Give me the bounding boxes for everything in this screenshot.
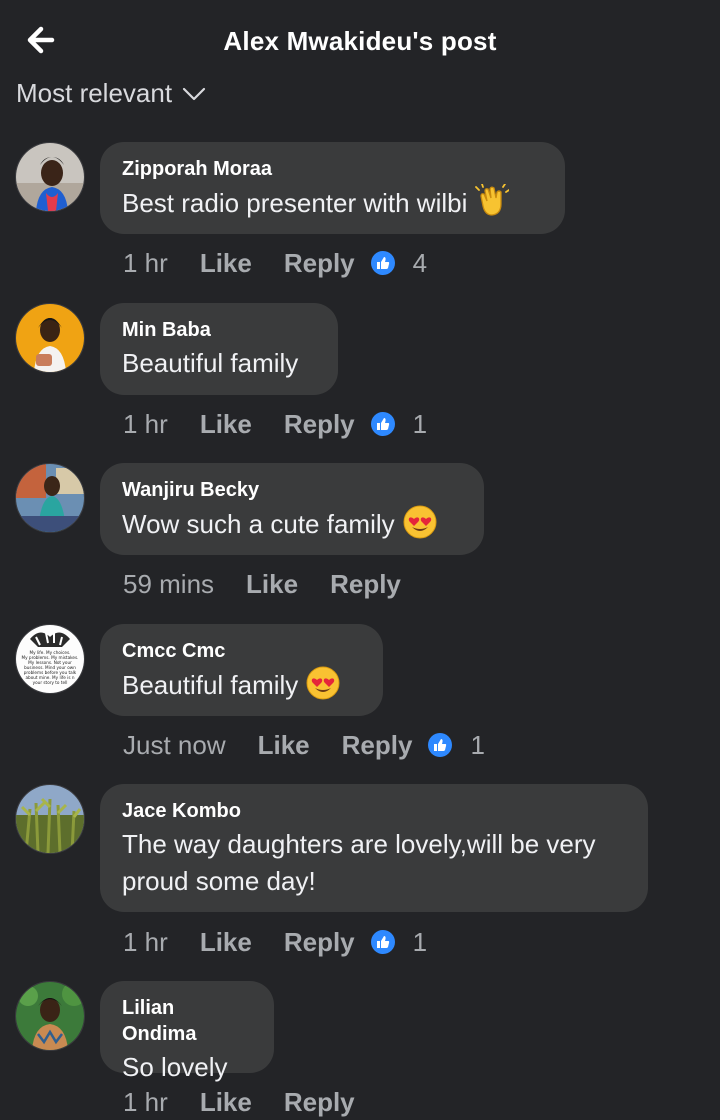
heart-eyes-emoji-icon [403, 505, 437, 549]
thumbs-up-icon [428, 733, 453, 757]
comment-text: So lovely [122, 1052, 228, 1082]
reaction-summary[interactable]: 1 [370, 926, 428, 958]
avatar[interactable] [15, 463, 85, 533]
sort-label: Most relevant [16, 77, 173, 108]
reply-button[interactable]: Reply [342, 730, 413, 761]
reaction-summary[interactable]: 4 [370, 247, 428, 279]
comment-text: The way daughters are lovely,will be ver… [122, 826, 626, 900]
avatar[interactable] [15, 981, 85, 1051]
reaction-summary[interactable]: 1 [370, 408, 428, 440]
like-button[interactable]: Like [200, 1087, 252, 1118]
comment-bubble[interactable]: Min Baba Beautiful family [100, 303, 338, 395]
like-button[interactable]: Like [200, 927, 252, 958]
reply-button[interactable]: Reply [330, 569, 401, 600]
comment-text: Wow such a cute family [122, 505, 462, 549]
page-title: Alex Mwakideu's post [223, 26, 497, 56]
comment-actions: 1 hr Like Reply 1 [123, 406, 427, 442]
avatar[interactable] [15, 142, 85, 212]
comment-actions: 1 hr Like Reply [123, 1084, 355, 1120]
comment-bubble[interactable]: Wanjiru Becky Wow such a cute family [100, 463, 484, 555]
comment-author[interactable]: Lilian Ondima [122, 995, 252, 1047]
reaction-count: 1 [412, 408, 428, 439]
thumbs-up-icon [370, 930, 395, 954]
comment-actions: 59 mins Like Reply [123, 566, 401, 602]
sort-dropdown[interactable]: Most relevant [16, 76, 206, 110]
comment-time[interactable]: 1 hr [123, 409, 168, 440]
comment-time[interactable]: 59 mins [123, 569, 214, 600]
comment-text-line: The way daughters are lovely,will be ver… [122, 829, 596, 859]
comment-text: Beautiful family [122, 348, 299, 378]
comment-author[interactable]: Min Baba [122, 317, 316, 343]
comment-bubble[interactable]: Lilian Ondima So lovely [100, 981, 274, 1082]
top-bar: Alex Mwakideu's post [0, 0, 720, 82]
comment-text: Best radio presenter with wilbi [122, 183, 543, 228]
comment-author[interactable]: Wanjiru Becky [122, 477, 462, 503]
like-button[interactable]: Like [258, 730, 310, 761]
reaction-count: 1 [412, 926, 428, 957]
comment-actions: Just now Like Reply 1 [123, 727, 485, 763]
avatar-quote-line: your story to tell [33, 680, 68, 685]
avatar[interactable]: My life. My choices. My problems. My mis… [15, 624, 85, 694]
clapping-hands-emoji-icon [475, 183, 511, 228]
thumbs-up-icon [370, 412, 395, 436]
comment-time[interactable]: 1 hr [123, 248, 168, 279]
comment-bubble[interactable]: Zipporah Moraa Best radio presenter with… [100, 142, 565, 234]
comment-time[interactable]: 1 hr [123, 927, 168, 958]
comment-author[interactable]: Jace Kombo [122, 798, 626, 824]
comment-actions: 1 hr Like Reply 4 [123, 245, 427, 281]
reply-button[interactable]: Reply [284, 248, 355, 279]
reaction-count: 1 [470, 729, 485, 760]
comment-bubble[interactable]: Cmcc Cmc Beautiful family [100, 624, 383, 716]
heart-eyes-emoji-icon [306, 666, 340, 710]
reply-button[interactable]: Reply [284, 409, 355, 440]
comment-time[interactable]: Just now [123, 730, 226, 761]
comment-bubble[interactable]: Jace Kombo The way daughters are lovely,… [100, 784, 648, 912]
comment-time[interactable]: 1 hr [123, 1087, 168, 1118]
reaction-count: 4 [412, 247, 428, 278]
like-button[interactable]: Like [200, 409, 252, 440]
like-button[interactable]: Like [246, 569, 298, 600]
chevron-down-icon [182, 87, 206, 101]
avatar[interactable] [15, 303, 85, 373]
reply-button[interactable]: Reply [284, 1087, 355, 1118]
comment-text-line: proud some day! [122, 866, 316, 896]
like-button[interactable]: Like [200, 248, 252, 279]
reaction-summary[interactable]: 1 [428, 729, 485, 761]
thumbs-up-icon [370, 251, 395, 275]
comment-author[interactable]: Cmcc Cmc [122, 638, 361, 664]
comment-author[interactable]: Zipporah Moraa [122, 156, 543, 182]
comment-actions: 1 hr Like Reply 1 [123, 924, 427, 960]
reply-button[interactable]: Reply [284, 927, 355, 958]
comment-text: Beautiful family [122, 666, 361, 710]
avatar[interactable] [15, 784, 85, 854]
